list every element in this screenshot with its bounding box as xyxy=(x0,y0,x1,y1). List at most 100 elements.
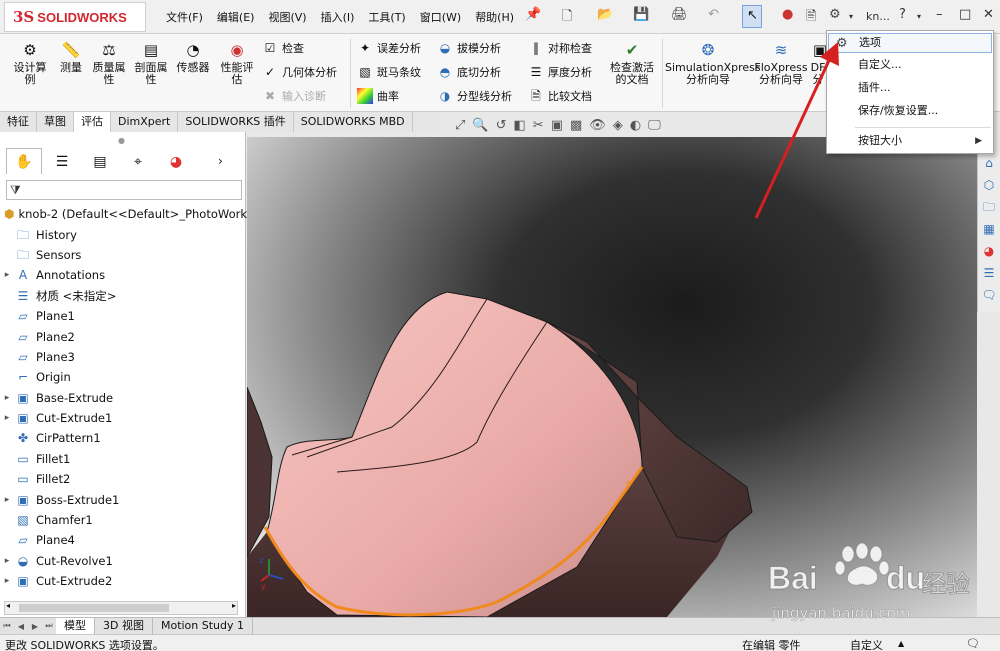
tab-sketch[interactable]: 草图 xyxy=(37,112,74,132)
first-tab-icon[interactable]: ⏮ xyxy=(0,621,14,631)
prev-tab-icon[interactable]: ◀ xyxy=(14,622,28,631)
close-icon[interactable]: ✕ xyxy=(983,7,994,22)
expand-chevron-icon[interactable]: ▸ xyxy=(0,556,14,566)
view-settings-icon[interactable]: 🖵 xyxy=(648,118,661,133)
tab-model[interactable]: 模型 xyxy=(56,618,95,634)
geometry-analysis-button[interactable]: ✓ 几何体分析 xyxy=(262,62,337,82)
panel-expand-chevron-icon[interactable]: › xyxy=(218,154,223,168)
file-properties-icon[interactable]: 🖹 xyxy=(806,7,816,29)
zoom-to-fit-icon[interactable]: ⤢ xyxy=(455,118,465,133)
tab-dimxpert[interactable]: DimXpert xyxy=(111,112,179,132)
menu-item-button-size[interactable]: 按钮大小 ▶ xyxy=(828,131,992,151)
featuremanager-tab[interactable]: ✋ xyxy=(6,148,42,174)
status-tooltip-icon[interactable]: 🗨 xyxy=(966,637,980,650)
tree-horizontal-scrollbar[interactable]: ◂ ▸ xyxy=(4,601,238,615)
user-account[interactable]: kn... xyxy=(866,10,890,23)
thickness-analysis-button[interactable]: ☰ 厚度分析 xyxy=(528,62,592,82)
tab-solidworks-addins[interactable]: SOLIDWORKS 插件 xyxy=(178,112,294,132)
performance-evaluation-button[interactable]: ◉ 性能评 估 xyxy=(217,40,257,86)
tree-root-part[interactable]: ⬢ knob-2 (Default<<Default>_PhotoWork xyxy=(0,204,247,224)
print-icon[interactable]: 🖨 xyxy=(671,7,688,22)
tree-item-plane4[interactable]: ▱ Plane4 xyxy=(0,530,246,550)
tab-motion-study[interactable]: Motion Study 1 xyxy=(153,618,254,634)
save-icon[interactable]: 💾 xyxy=(633,7,649,22)
section-properties-button[interactable]: ▤ 剖面属 性 xyxy=(131,40,171,86)
menu-item-options[interactable]: ⚙ 选项 xyxy=(828,33,992,53)
design-study-button[interactable]: ⚙ 设计算 例 xyxy=(10,40,50,86)
compare-documents-button[interactable]: 🗎 比较文档 xyxy=(528,86,592,106)
forum-chat-icon[interactable]: 🗨 xyxy=(978,284,1000,306)
draft-analysis-button[interactable]: ◒ 拔模分析 xyxy=(437,38,501,58)
tree-item-cut-extrude2[interactable]: ▸ ▣ Cut-Extrude2 xyxy=(0,571,246,591)
tree-item-origin[interactable]: ⌐ Origin xyxy=(0,367,246,387)
scroll-right-icon[interactable]: ▸ xyxy=(232,601,236,610)
deviation-analysis-button[interactable]: ✦ 误差分析 xyxy=(357,38,421,58)
scroll-left-icon[interactable]: ◂ xyxy=(6,601,10,610)
edit-appearance-icon[interactable]: ◈ xyxy=(613,118,623,133)
view-palette-icon[interactable]: ▦ xyxy=(978,218,1000,240)
expand-chevron-icon[interactable]: ▸ xyxy=(0,393,14,403)
dynamic-annotation-icon[interactable]: ✂ xyxy=(533,118,544,133)
help-icon[interactable]: ? xyxy=(899,7,906,22)
appearances-scenes-icon[interactable]: ◕ xyxy=(978,240,1000,262)
menu-window[interactable]: 窗口(W) xyxy=(420,9,461,25)
undercut-analysis-button[interactable]: ◓ 底切分析 xyxy=(437,62,501,82)
file-explorer-folder-icon[interactable]: 🗀 xyxy=(978,196,1000,218)
configurationmanager-tab[interactable]: ▤ xyxy=(82,148,118,174)
tree-item-[interactable]: ☰ 材质 <未指定> xyxy=(0,286,246,306)
menu-tools[interactable]: 工具(T) xyxy=(368,9,405,25)
tab-solidworks-mbd[interactable]: SOLIDWORKS MBD xyxy=(293,112,413,132)
menu-item-addins[interactable]: 插件... xyxy=(828,78,992,98)
units-chevron-up-icon[interactable]: ▲ xyxy=(898,639,904,648)
tree-item-plane3[interactable]: ▱ Plane3 xyxy=(0,347,246,367)
expand-chevron-icon[interactable]: ▸ xyxy=(0,495,14,505)
tree-item-chamfer1[interactable]: ▧ Chamfer1 xyxy=(0,510,246,530)
tree-item-boss-extrude1[interactable]: ▸ ▣ Boss-Extrude1 xyxy=(0,489,246,509)
pin-icon[interactable]: 📌 xyxy=(525,7,541,22)
options-gear-icon[interactable]: ⚙ xyxy=(829,7,841,22)
tree-item-fillet1[interactable]: ▭ Fillet1 xyxy=(0,449,246,469)
tree-item-plane2[interactable]: ▱ Plane2 xyxy=(0,326,246,346)
displaymanager-tab[interactable]: ◕ xyxy=(158,148,194,174)
tree-item-annotations[interactable]: ▸ A Annotations xyxy=(0,265,246,285)
display-style-icon[interactable]: ▩ xyxy=(570,118,582,133)
tree-item-history[interactable]: 🗀 History xyxy=(0,224,246,244)
tree-item-base-extrude[interactable]: ▸ ▣ Base-Extrude xyxy=(0,388,246,408)
scrollbar-thumb[interactable] xyxy=(19,604,169,612)
rebuild-traffic-light-icon[interactable]: ● xyxy=(782,7,793,22)
zebra-stripes-button[interactable]: ▧ 斑马条纹 xyxy=(357,62,421,82)
measure-button[interactable]: 📏 测量 xyxy=(54,40,88,74)
simulationxpress-button[interactable]: ❂ SimulationXpress 分析向导 xyxy=(665,40,761,86)
parting-line-analysis-button[interactable]: ◑ 分型线分析 xyxy=(437,86,512,106)
menu-insert[interactable]: 插入(I) xyxy=(321,9,355,25)
menu-item-save-restore-settings[interactable]: 保存/恢复设置... xyxy=(828,101,992,121)
maximize-icon[interactable]: □ xyxy=(959,7,971,22)
menu-edit[interactable]: 编辑(E) xyxy=(217,9,255,25)
menu-item-customize[interactable]: 自定义... xyxy=(828,55,992,75)
undo-icon[interactable]: ↶ xyxy=(708,7,719,22)
help-chevron-down-icon[interactable]: ▾ xyxy=(917,12,921,21)
tab-evaluate[interactable]: 评估 xyxy=(74,112,111,132)
units-custom-dropdown[interactable]: 自定义 xyxy=(850,637,883,651)
tree-filter-input[interactable]: ⧩ xyxy=(6,180,242,200)
check-active-document-button[interactable]: ✔ 检查激活 的文档 xyxy=(606,40,658,86)
last-tab-icon[interactable]: ⏭ xyxy=(42,621,56,631)
propertymanager-tab[interactable]: ☰ xyxy=(44,148,80,174)
symmetry-check-button[interactable]: ‖ 对称检查 xyxy=(528,38,592,58)
options-chevron-down-icon[interactable]: ▾ xyxy=(849,12,853,21)
select-button[interactable]: ↖ xyxy=(742,5,762,28)
custom-properties-icon[interactable]: ☰ xyxy=(978,262,1000,284)
tree-item-fillet2[interactable]: ▭ Fillet2 xyxy=(0,469,246,489)
tab-3d-views[interactable]: 3D 视图 xyxy=(95,618,153,634)
view-orientation-icon[interactable]: ▣ xyxy=(551,118,563,133)
next-tab-icon[interactable]: ▶ xyxy=(28,622,42,631)
expand-chevron-icon[interactable]: ▸ xyxy=(0,413,14,423)
previous-view-icon[interactable]: ↺ xyxy=(496,118,507,133)
expand-chevron-icon[interactable]: ▸ xyxy=(0,270,14,280)
tree-item-cirpattern1[interactable]: ✤ CirPattern1 xyxy=(0,428,246,448)
mass-properties-button[interactable]: ⚖ 质量属 性 xyxy=(89,40,129,86)
tree-item-cut-extrude1[interactable]: ▸ ▣ Cut-Extrude1 xyxy=(0,408,246,428)
check-button[interactable]: ☑ 检查 xyxy=(262,38,304,58)
solidworks-resources-home-icon[interactable]: ⌂ xyxy=(978,152,1000,174)
menu-file[interactable]: 文件(F) xyxy=(166,9,203,25)
